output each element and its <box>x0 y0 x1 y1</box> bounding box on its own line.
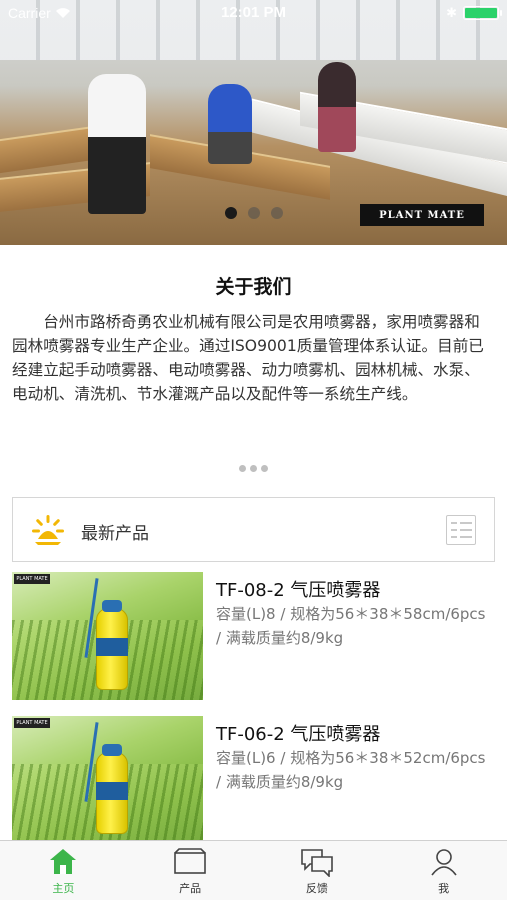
product-thumbnail: PLANT MATE <box>12 572 203 700</box>
battery-icon <box>463 6 502 20</box>
sun-icon <box>32 515 64 545</box>
product-thumbnail: PLANT MATE <box>12 716 203 844</box>
about-page-indicator[interactable] <box>0 465 507 472</box>
user-icon <box>430 849 457 876</box>
thumbnail-brand-logo: PLANT MATE <box>14 574 50 584</box>
tab-products-label: 产品 <box>179 882 202 895</box>
banner-carousel[interactable]: PLANT MATE <box>0 0 507 245</box>
status-bar: Carrier 12:01 PM ✱ <box>0 0 507 26</box>
banner-worker <box>88 74 146 214</box>
tab-products[interactable]: 产品 <box>127 841 254 900</box>
bluetooth-icon: ✱ <box>446 5 457 20</box>
about-text: 台州市路桥奇勇农业机械有限公司是农用喷雾器，家用喷雾器和园林喷雾器专业生产企业。… <box>12 313 484 403</box>
tab-me-label: 我 <box>438 882 450 895</box>
product-name: TF-08-2 气压喷雾器 <box>216 580 381 601</box>
tab-feedback-label: 反馈 <box>305 882 328 895</box>
product-name: TF-06-2 气压喷雾器 <box>216 724 381 745</box>
banner-dot[interactable] <box>270 207 283 219</box>
tab-home[interactable]: 主页 <box>0 841 127 900</box>
list-icon[interactable] <box>446 515 476 545</box>
product-item[interactable]: PLANT MATE TF-06-2 气压喷雾器 容量(L)6 / 规格为56＊… <box>12 716 495 844</box>
latest-products-label: 最新产品 <box>81 524 149 544</box>
banner-page-dots[interactable] <box>0 207 507 219</box>
about-title: 关于我们 <box>215 276 292 298</box>
home-icon <box>50 849 77 874</box>
pager-dot <box>239 465 246 472</box>
feedback-icon <box>301 849 333 877</box>
tab-home-label: 主页 <box>52 882 75 895</box>
product-icon <box>174 848 206 874</box>
banner-worker <box>318 62 356 152</box>
thumbnail-brand-logo: PLANT MATE <box>14 718 50 728</box>
product-description: 容量(L)6 / 规格为56＊38＊52cm/6pcs / 满载质量约8/9kg <box>216 749 486 791</box>
banner-worker <box>208 84 252 164</box>
product-description: 容量(L)8 / 规格为56＊38＊58cm/6pcs / 满载质量约8/9kg <box>216 605 486 647</box>
status-time: 12:01 PM <box>220 4 287 21</box>
tab-feedback[interactable]: 反馈 <box>254 841 381 900</box>
pager-dot <box>250 465 257 472</box>
pager-dot <box>261 465 268 472</box>
latest-products-header[interactable]: 最新产品 <box>12 497 495 562</box>
tab-bar: 主页 产品 反馈 我 <box>0 840 507 900</box>
product-item[interactable]: PLANT MATE TF-08-2 气压喷雾器 容量(L)8 / 规格为56＊… <box>12 572 495 700</box>
banner-dot[interactable] <box>224 207 237 219</box>
banner-dot[interactable] <box>247 207 260 219</box>
tab-me[interactable]: 我 <box>380 841 507 900</box>
